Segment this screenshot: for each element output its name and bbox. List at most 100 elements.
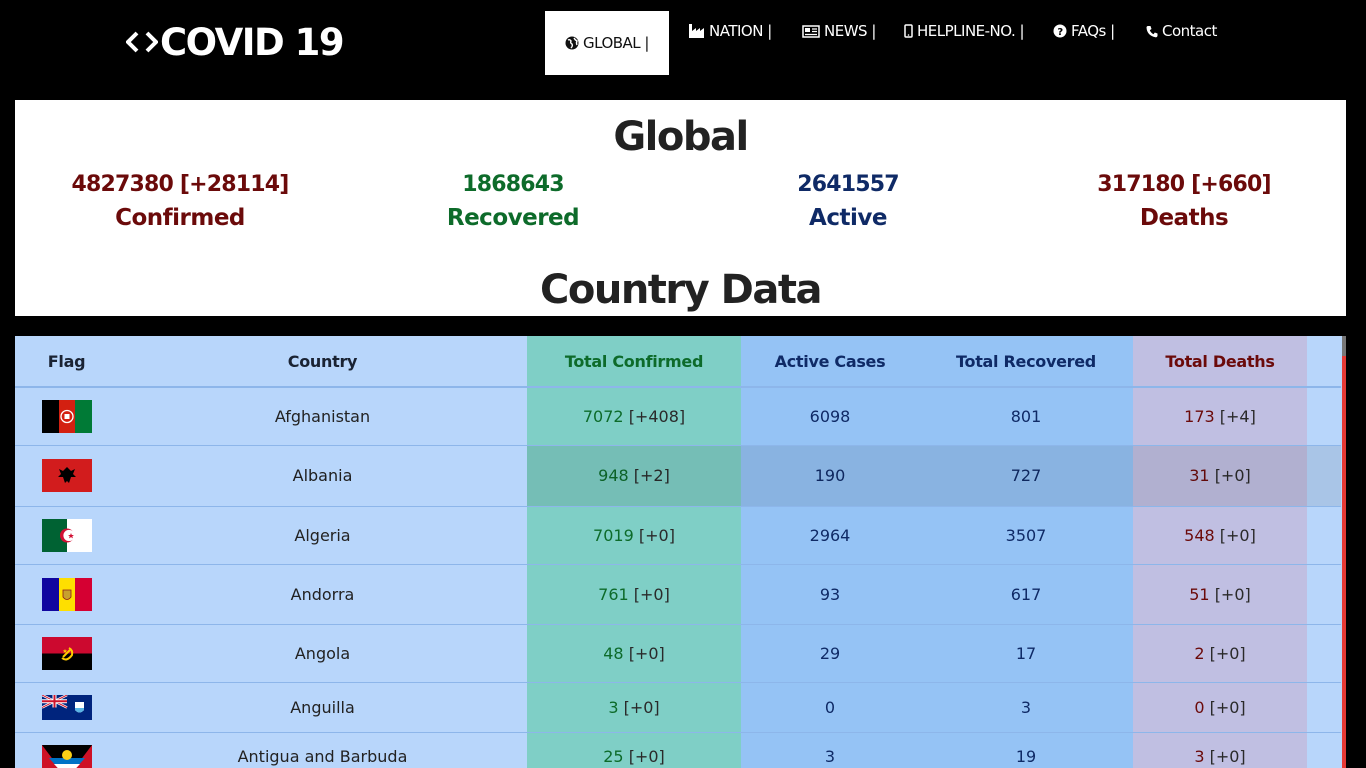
active-cell: 2964	[741, 506, 919, 565]
flag-cell	[15, 564, 118, 625]
scrollbar-top	[1342, 336, 1346, 356]
header-country[interactable]: Country	[118, 336, 527, 388]
recovered-cell: 3	[919, 682, 1133, 733]
afghanistan-flag-icon	[42, 399, 92, 433]
newspaper-icon	[802, 24, 820, 38]
table-row[interactable]: Antigua and Barbuda 25 [+0] 3 19 3 [+0]	[15, 732, 1341, 768]
active-stat: 2641557 Active	[683, 172, 1013, 231]
flag-cell	[15, 732, 118, 768]
table-row[interactable]: Andorra 761 [+0] 93 617 51 [+0]	[15, 564, 1341, 625]
confirmed-value: 4827380 [+28114]	[71, 172, 289, 197]
deaths-delta: [+0]	[1209, 746, 1246, 766]
confirmed-delta: [+0]	[628, 746, 665, 766]
confirmed-count: 7019	[593, 525, 634, 545]
global-title: Global	[613, 114, 749, 160]
confirmed-cell: 48 [+0]	[527, 624, 741, 683]
phone-icon	[1146, 25, 1158, 38]
nav-helpline[interactable]: HELPLINE-NO. |	[904, 20, 1025, 42]
recovered-cell: 17	[919, 624, 1133, 683]
brand-text: COVID 19	[160, 20, 345, 64]
header-total-recovered[interactable]: Total Recovered	[919, 336, 1133, 388]
svg-text:?: ?	[1057, 27, 1063, 38]
header-active-cases[interactable]: Active Cases	[741, 336, 919, 388]
country-name: Albania	[118, 445, 527, 507]
nav-nation-label: NATION |	[709, 22, 772, 40]
industry-icon	[689, 24, 705, 38]
deaths-stat: 317180 [+660] Deaths	[1019, 172, 1349, 231]
country-name: Antigua and Barbuda	[118, 732, 527, 768]
anguilla-flag-icon	[42, 694, 92, 720]
active-cell: 0	[741, 682, 919, 733]
deaths-value: 317180 [+660]	[1097, 172, 1271, 197]
deaths-cell: 31 [+0]	[1133, 445, 1307, 507]
deaths-cell: 548 [+0]	[1133, 506, 1307, 565]
flag-cell	[15, 445, 118, 507]
deaths-count: 173	[1184, 406, 1215, 426]
recovered-cell: 801	[919, 387, 1133, 446]
flag-cell	[15, 506, 118, 565]
nav-faqs[interactable]: ? FAQs |	[1053, 20, 1115, 42]
confirmed-cell: 7019 [+0]	[527, 506, 741, 565]
nav-global-label: GLOBAL |	[583, 34, 649, 52]
confirmed-cell: 25 [+0]	[527, 732, 741, 768]
active-cell: 29	[741, 624, 919, 683]
country-table-container[interactable]: Flag Country Total Confirmed Active Case…	[15, 336, 1346, 768]
nav-news[interactable]: NEWS |	[802, 20, 876, 42]
nav-helpline-label: HELPLINE-NO. |	[917, 22, 1025, 40]
recovered-cell: 3507	[919, 506, 1133, 565]
confirmed-cell: 7072 [+408]	[527, 387, 741, 446]
deaths-delta: [+0]	[1219, 525, 1256, 545]
country-name: Afghanistan	[118, 387, 527, 446]
active-cell: 190	[741, 445, 919, 507]
andorra-flag-icon	[42, 577, 92, 611]
table-row[interactable]: Afghanistan 7072 [+408] 6098 801 173 [+4…	[15, 387, 1341, 446]
deaths-delta: [+0]	[1214, 584, 1251, 604]
table-row[interactable]: Algeria 7019 [+0] 2964 3507 548 [+0]	[15, 506, 1341, 565]
confirmed-stat: 4827380 [+28114] Confirmed	[15, 172, 345, 231]
active-cell: 3	[741, 732, 919, 768]
mobile-phone-icon	[904, 24, 913, 38]
recovered-value: 1868643	[462, 172, 564, 197]
recovered-cell: 19	[919, 732, 1133, 768]
nav-contact-label: Contact	[1162, 22, 1217, 40]
recovered-cell: 727	[919, 445, 1133, 507]
deaths-delta: [+4]	[1219, 406, 1256, 426]
deaths-delta: [+0]	[1209, 643, 1246, 663]
country-table: Flag Country Total Confirmed Active Case…	[15, 336, 1341, 768]
brand-logo[interactable]: COVID 19	[126, 20, 345, 64]
nav-nation[interactable]: NATION |	[689, 20, 772, 42]
top-navbar: COVID 19 GLOBAL | NATION | NEWS | HELPLI…	[0, 0, 1366, 100]
scrollbar-thumb[interactable]	[1342, 356, 1346, 768]
deaths-cell: 2 [+0]	[1133, 624, 1307, 683]
table-row[interactable]: Anguilla 3 [+0] 0 3 0 [+0]	[15, 682, 1341, 733]
deaths-count: 31	[1189, 466, 1210, 485]
active-label: Active	[809, 205, 887, 231]
country-data-header: Country Data	[15, 267, 1346, 316]
nav-contact[interactable]: Contact	[1146, 20, 1217, 42]
active-value: 2641557	[797, 172, 899, 197]
table-row[interactable]: Albania 948 [+2] 190 727 31 [+0]	[15, 445, 1341, 507]
deaths-count: 3	[1194, 746, 1205, 766]
globe-icon	[565, 36, 579, 50]
confirmed-count: 48	[603, 643, 624, 663]
deaths-cell: 3 [+0]	[1133, 732, 1307, 768]
confirmed-delta: [+0]	[623, 697, 660, 717]
confirmed-delta: [+2]	[633, 466, 670, 485]
nav-global[interactable]: GLOBAL |	[545, 11, 669, 75]
confirmed-count: 3	[608, 697, 619, 717]
question-circle-icon: ?	[1053, 24, 1067, 38]
confirmed-count: 948	[598, 466, 629, 485]
header-total-deaths[interactable]: Total Deaths	[1133, 336, 1307, 388]
albania-flag-icon	[42, 459, 92, 492]
deaths-cell: 51 [+0]	[1133, 564, 1307, 625]
confirmed-cell: 948 [+2]	[527, 445, 741, 507]
country-data-title: Country Data	[540, 267, 822, 313]
active-cell: 93	[741, 564, 919, 625]
country-name: Angola	[118, 624, 527, 683]
confirmed-count: 25	[603, 746, 624, 766]
header-flag[interactable]: Flag	[15, 336, 118, 388]
confirmed-delta: [+0]	[628, 643, 665, 663]
table-row[interactable]: Angola 48 [+0] 29 17 2 [+0]	[15, 624, 1341, 683]
confirmed-count: 761	[598, 584, 629, 604]
header-total-confirmed[interactable]: Total Confirmed	[527, 336, 741, 388]
